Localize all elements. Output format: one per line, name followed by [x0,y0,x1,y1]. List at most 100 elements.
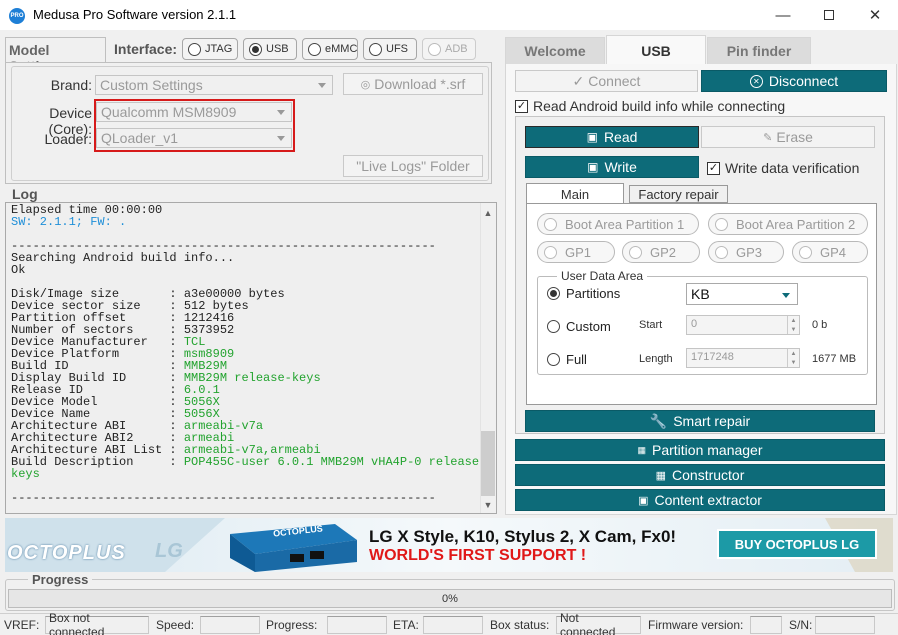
scroll-down-icon[interactable]: ▼ [480,497,496,513]
radio-icon [369,42,382,56]
subtab-factory-repair[interactable]: Factory repair [629,185,728,203]
write-verification-checkbox[interactable]: ✓ Write data verification [707,160,859,176]
interface-jtag[interactable]: JTAG [182,38,238,60]
gp1-partition[interactable]: GP1 [537,241,615,263]
live-logs-label: "Live Logs" Folder [356,158,470,174]
length-label: Length [639,353,673,365]
sn-value [815,616,875,634]
read-build-info-checkbox[interactable]: ✓ Read Android build info while connectin… [515,98,785,114]
erase-button[interactable]: ✎ Erase [701,126,875,148]
close-circle-icon: ✕ [749,74,763,88]
interface-usb-label: USB [266,43,289,55]
connect-button[interactable]: ✓ Connect [515,70,698,92]
partition-manager-button[interactable]: ▦ Partition manager [515,439,885,461]
partitions-radio[interactable]: Partitions [547,286,620,301]
octoplus-banner[interactable]: OCTOPLUS LG OCTOPLUS LG X Style, K10, St… [5,518,893,572]
checkbox-checked-icon: ✓ [515,99,528,113]
content-extractor-label: Content extractor [654,492,762,508]
radio-icon [715,245,728,259]
disconnect-button[interactable]: ✕ Disconnect [701,70,887,92]
radio-icon [188,42,201,56]
scroll-up-icon[interactable]: ▲ [480,205,496,221]
read-label: Read [603,129,638,145]
download-icon: ◎ [360,78,371,91]
checkbox-checked-icon: ✓ [707,161,720,175]
erase-label: Erase [776,129,813,145]
radio-selected-icon [249,42,262,56]
content-extractor-button[interactable]: ▣ Content extractor [515,489,885,511]
partition-manager-label: Partition manager [652,442,763,458]
radio-icon [715,217,728,231]
disconnect-label: Disconnect [768,73,839,89]
log-line: keys [11,468,481,480]
wrench-icon: 🔧 [649,412,668,429]
interface-jtag-label: JTAG [205,43,233,55]
interface-label: Interface: [114,41,178,57]
log-line: Searching Android build info... [11,252,481,264]
length-value: 1717248 [691,351,734,363]
interface-emmc-label: eMMC [325,43,358,55]
unit-select[interactable]: KB [686,283,798,305]
length-unit: 1677 MB [812,353,857,365]
tab-usb[interactable]: USB [606,35,706,65]
spin-arrows-icon[interactable]: ▲ ▼ [787,316,799,334]
subtab-main[interactable]: Main [526,183,624,204]
log-line-key: SW: 2.1.1; FW: . [11,215,127,229]
minimize-button[interactable]: — [760,0,806,30]
live-logs-folder-button[interactable]: "Live Logs" Folder [343,155,483,177]
tab-welcome[interactable]: Welcome [505,37,605,64]
close-icon: ✕ [868,7,882,24]
start-unit: 0 b [812,319,828,331]
brand-select-value: Custom Settings [100,77,203,93]
banner-brand-suffix: LG [155,540,183,562]
tab-pin-finder[interactable]: Pin finder [707,37,811,64]
log-text: Elapsed time 00:00:00 SW: 2.1.1; FW: . ---… [11,204,486,504]
close-button[interactable]: ✕ [852,0,898,30]
box-status-label: Box status: [490,618,550,632]
log-scroll-thumb[interactable] [481,431,495,496]
log-line: SW: 2.1.1; FW: . [11,216,481,228]
boot-area-partition-1[interactable]: Boot Area Partition 1 [537,213,699,235]
progress-bar: 0% [8,589,892,608]
radio-icon [308,42,321,56]
constructor-button[interactable]: ▦ Constructor [515,464,885,486]
custom-radio[interactable]: Custom [547,319,611,334]
eta-value [423,616,483,634]
loader-label: Loader: [44,131,92,147]
boot-area-partition-2[interactable]: Boot Area Partition 2 [708,213,868,235]
brand-select[interactable]: Custom Settings [95,75,333,95]
download-srf-button[interactable]: ◎ Download *.srf [343,73,483,95]
vref-label: VREF: [4,618,40,632]
write-verification-label: Write data verification [725,160,860,176]
full-radio[interactable]: Full [547,352,587,367]
interface-usb[interactable]: USB [243,38,297,60]
interface-adb[interactable]: ADB [422,38,476,60]
gp4-partition[interactable]: GP4 [792,241,868,263]
full-label: Full [566,352,587,367]
smart-repair-button[interactable]: 🔧 Smart repair [525,410,875,432]
banner-brand: OCTOPLUS [7,542,126,564]
write-button[interactable]: ▣ Write [525,156,699,178]
spin-arrows-icon[interactable]: ▲ ▼ [787,349,799,367]
firmware-label: Firmware version: [648,618,744,632]
interface-emmc[interactable]: eMMC [302,38,358,60]
maximize-button[interactable] [806,0,852,30]
gp3-partition[interactable]: GP3 [708,241,784,263]
buy-octoplus-button[interactable]: BUY OCTOPLUS LG [717,529,877,559]
gp1-label: GP1 [565,244,592,260]
radio-icon [799,245,812,259]
read-button[interactable]: ▣ Read [525,126,699,148]
gp4-label: GP4 [820,244,847,260]
gp2-partition[interactable]: GP2 [622,241,700,263]
interface-ufs[interactable]: UFS [363,38,417,60]
length-input[interactable]: 1717248 ▲ ▼ [686,348,800,368]
unit-value: KB [691,286,710,302]
write-label: Write [604,159,637,175]
start-input[interactable]: 0 ▲ ▼ [686,315,800,335]
tab-model-settings[interactable]: Model Settings [5,37,106,74]
partition-icon: ▦ [637,444,646,455]
log-line-key: Ok [11,263,26,277]
app-logo-icon: PRO [9,8,25,24]
radio-selected-icon [547,287,560,300]
constructor-label: Constructor [672,467,745,483]
